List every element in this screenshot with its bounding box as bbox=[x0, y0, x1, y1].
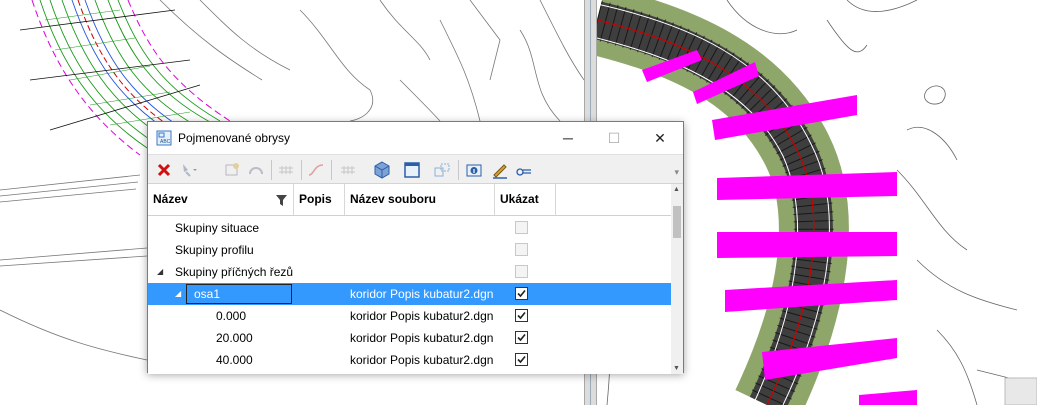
row-name: 0.000 bbox=[216, 309, 247, 323]
column-header-show[interactable]: Ukázat bbox=[495, 184, 556, 215]
grid-header: Název Popis Název souboru Ukázat bbox=[148, 184, 671, 216]
edit-pen-icon[interactable] bbox=[490, 160, 510, 180]
show-checkbox[interactable] bbox=[515, 309, 528, 322]
scroll-up-icon[interactable]: ▲ bbox=[673, 186, 680, 193]
cube-view-icon[interactable] bbox=[372, 160, 392, 180]
svg-text:ABC: ABC bbox=[160, 139, 171, 145]
vertical-scrollbar[interactable]: ▲ ▼ bbox=[671, 184, 683, 374]
column-header-file[interactable]: Název souboru bbox=[345, 184, 495, 215]
grid-icon[interactable] bbox=[276, 160, 296, 180]
outlines-grid: Název Popis Název souboru Ukázat Skupiny… bbox=[148, 184, 683, 374]
table-row[interactable]: Skupiny profilu bbox=[148, 239, 671, 261]
show-checkbox[interactable] bbox=[515, 221, 528, 234]
delete-icon[interactable] bbox=[154, 160, 174, 180]
select-dropdown-icon[interactable] bbox=[178, 160, 198, 180]
row-file: koridor Popis kubatur2.dgn bbox=[350, 331, 494, 345]
table-row[interactable]: ◢ Skupiny příčných řezů bbox=[148, 261, 671, 283]
table-row[interactable]: 40.000 koridor Popis kubatur2.dgn bbox=[148, 349, 671, 371]
named-outlines-dialog: ABC Pojmenované obrysy ─ ☐ ✕ ▾ Název Pop… bbox=[147, 121, 684, 374]
row-name: Skupiny situace bbox=[175, 221, 260, 235]
grid2-icon[interactable] bbox=[338, 160, 358, 180]
scroll-thumb[interactable] bbox=[673, 206, 681, 238]
show-checkbox[interactable] bbox=[515, 353, 528, 366]
show-checkbox[interactable] bbox=[515, 287, 528, 300]
check-icon bbox=[517, 311, 526, 320]
show-checkbox[interactable] bbox=[515, 331, 528, 344]
table-row[interactable]: 0.000 koridor Popis kubatur2.dgn bbox=[148, 305, 671, 327]
arc-icon[interactable] bbox=[246, 160, 266, 180]
dialog-title: Pojmenované obrysy bbox=[178, 131, 291, 145]
dialog-toolbar: ▾ bbox=[148, 154, 683, 184]
check-icon bbox=[517, 333, 526, 342]
filter-icon[interactable] bbox=[276, 195, 287, 206]
fit-view-icon[interactable] bbox=[402, 160, 422, 180]
column-popis-label: Popis bbox=[299, 192, 332, 206]
dialog-titlebar[interactable]: ABC Pojmenované obrysy ─ ☐ ✕ bbox=[148, 122, 683, 154]
collapse-arrow-icon[interactable]: ◢ bbox=[157, 261, 163, 283]
table-row[interactable]: 20.000 koridor Popis kubatur2.dgn bbox=[148, 327, 671, 349]
column-file-label: Název souboru bbox=[350, 192, 437, 206]
row-file: koridor Popis kubatur2.dgn bbox=[350, 309, 494, 323]
collapse-arrow-icon[interactable]: ◢ bbox=[175, 283, 181, 305]
minimize-button[interactable]: ─ bbox=[545, 122, 591, 154]
row-file: koridor Popis kubatur2.dgn bbox=[350, 287, 494, 301]
row-name: Skupiny příčných řezů bbox=[175, 265, 294, 279]
row-name: Skupiny profilu bbox=[175, 243, 254, 257]
info-icon[interactable] bbox=[464, 160, 484, 180]
row-name[interactable]: osa1 bbox=[194, 283, 220, 305]
row-name: 20.000 bbox=[216, 331, 253, 345]
close-button[interactable]: ✕ bbox=[637, 122, 683, 154]
maximize-button[interactable]: ☐ bbox=[591, 122, 637, 154]
add-outline-icon[interactable] bbox=[222, 160, 242, 180]
curve-icon[interactable] bbox=[306, 160, 326, 180]
row-file: koridor Popis kubatur2.dgn bbox=[350, 353, 494, 367]
table-row[interactable]: Skupiny situace bbox=[148, 217, 671, 239]
key-link-icon[interactable] bbox=[514, 160, 534, 180]
column-header-name[interactable]: Název bbox=[148, 184, 294, 215]
column-name-label: Název bbox=[153, 192, 188, 206]
window-area-icon[interactable] bbox=[432, 160, 452, 180]
row-name: 40.000 bbox=[216, 353, 253, 367]
column-header-popis[interactable]: Popis bbox=[294, 184, 345, 215]
show-checkbox[interactable] bbox=[515, 243, 528, 256]
table-row-selected[interactable]: ◢ osa1 koridor Popis kubatur2.dgn bbox=[148, 283, 671, 305]
toolbar-overflow-icon[interactable]: ▾ bbox=[674, 167, 679, 178]
check-icon bbox=[517, 355, 526, 364]
scroll-down-icon[interactable]: ▼ bbox=[673, 365, 680, 372]
column-show-label: Ukázat bbox=[500, 192, 539, 206]
check-icon bbox=[517, 289, 526, 298]
abc-outline-icon: ABC bbox=[156, 130, 172, 146]
show-checkbox[interactable] bbox=[515, 265, 528, 278]
